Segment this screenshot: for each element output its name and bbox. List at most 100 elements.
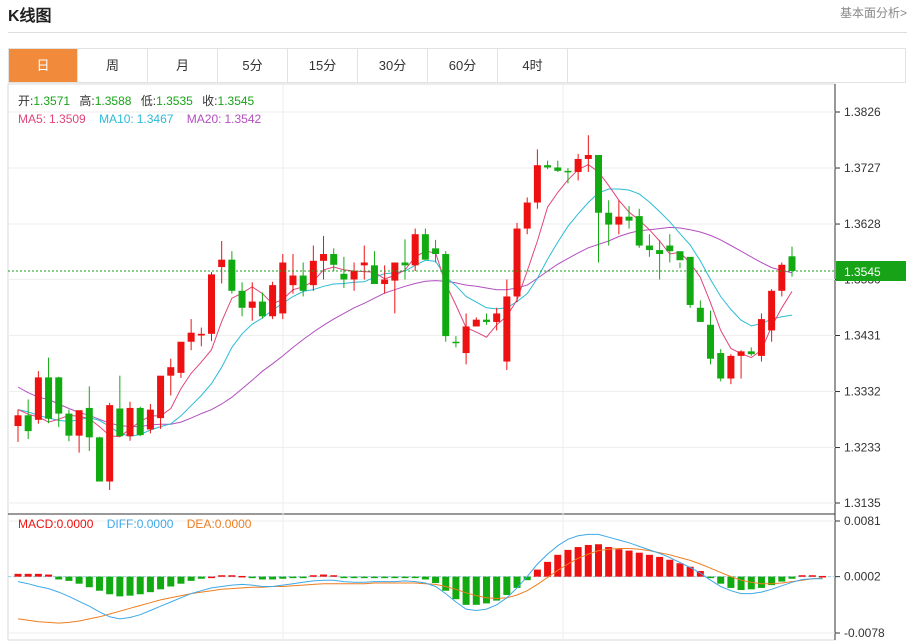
macd-readout: MACD:0.0000 DIFF:0.0000 DEA:0.0000 <box>18 517 252 531</box>
close-value: 1.3545 <box>218 94 255 108</box>
candle[interactable] <box>24 399 32 440</box>
candle[interactable] <box>482 313 490 325</box>
candle[interactable] <box>768 289 776 342</box>
candle[interactable] <box>737 350 745 379</box>
candle[interactable] <box>411 228 419 272</box>
candle-body <box>24 415 32 432</box>
candle[interactable] <box>157 375 165 429</box>
macd-bar <box>248 576 256 579</box>
macd-bar <box>544 561 552 577</box>
candle[interactable] <box>401 239 409 280</box>
macd-bar <box>65 576 73 581</box>
candle[interactable] <box>136 406 144 437</box>
candle[interactable] <box>696 300 704 322</box>
candle[interactable] <box>656 239 664 280</box>
candle[interactable] <box>269 281 277 320</box>
candle[interactable] <box>615 200 623 235</box>
candle[interactable] <box>370 251 378 285</box>
diff-label: DIFF: <box>107 517 137 531</box>
candle[interactable] <box>289 254 297 294</box>
candle[interactable] <box>747 347 755 356</box>
dea-label: DEA: <box>187 517 215 531</box>
candle-body <box>95 437 103 482</box>
candle[interactable] <box>523 197 531 235</box>
candle[interactable] <box>360 245 368 280</box>
candle[interactable] <box>126 401 134 441</box>
candle-body <box>554 167 562 171</box>
macd-value: 0.0000 <box>57 517 94 531</box>
candle[interactable] <box>391 262 399 314</box>
candle[interactable] <box>686 256 694 308</box>
candle[interactable] <box>635 208 643 248</box>
macd-bar <box>45 574 53 577</box>
kline-chart[interactable]: 1.38261.37271.36281.35301.34311.33321.32… <box>0 0 911 643</box>
macd-bar <box>106 576 114 595</box>
candle[interactable] <box>533 149 541 209</box>
candle[interactable] <box>503 279 511 371</box>
candle[interactable] <box>472 317 480 327</box>
candle[interactable] <box>116 375 124 437</box>
candle[interactable] <box>177 341 185 378</box>
candle-body <box>350 271 358 280</box>
candle[interactable] <box>554 160 562 172</box>
candle[interactable] <box>452 336 460 348</box>
macd-bar <box>279 576 287 579</box>
ma10-value: 1.3467 <box>137 112 174 126</box>
candle[interactable] <box>707 310 715 365</box>
candle[interactable] <box>421 228 429 260</box>
macd-bar <box>462 576 470 605</box>
macd-bar <box>432 576 440 583</box>
candle[interactable] <box>350 262 358 291</box>
candle[interactable] <box>228 251 236 294</box>
macd-bar <box>493 576 501 601</box>
candle[interactable] <box>676 251 684 269</box>
candle[interactable] <box>727 354 735 385</box>
candle-body <box>136 407 144 436</box>
candle[interactable] <box>757 313 765 362</box>
candle[interactable] <box>442 251 450 342</box>
candle[interactable] <box>279 254 287 320</box>
macd-bar <box>95 576 103 591</box>
macd-panel <box>8 533 835 624</box>
candle-body <box>595 155 602 213</box>
macd-bar <box>55 576 63 580</box>
candle-body <box>248 301 256 308</box>
candle[interactable] <box>493 307 501 331</box>
candle[interactable] <box>167 358 175 396</box>
candle[interactable] <box>218 241 226 284</box>
candle[interactable] <box>605 200 613 246</box>
candle[interactable] <box>564 168 572 184</box>
candle[interactable] <box>65 409 73 442</box>
candle[interactable] <box>381 265 389 294</box>
candle[interactable] <box>34 371 42 424</box>
candle[interactable] <box>14 409 22 442</box>
candle[interactable] <box>106 402 114 490</box>
macd-bar <box>269 576 277 580</box>
candle-body <box>167 367 175 376</box>
candle-body <box>533 165 541 203</box>
macd-bar <box>157 576 165 590</box>
candle[interactable] <box>595 155 602 263</box>
candle[interactable] <box>309 245 317 291</box>
candle[interactable] <box>208 272 215 342</box>
candle[interactable] <box>645 234 653 257</box>
candle[interactable] <box>513 222 521 303</box>
candle-body <box>656 250 664 255</box>
candle[interactable] <box>717 349 725 382</box>
candle[interactable] <box>75 410 83 453</box>
candle[interactable] <box>146 403 154 434</box>
candle[interactable] <box>85 386 93 451</box>
ma5-line <box>17 164 793 438</box>
candle[interactable] <box>778 262 786 297</box>
candle[interactable] <box>666 234 674 263</box>
price-tick-label: 1.3233 <box>844 441 881 455</box>
candle[interactable] <box>197 327 205 347</box>
candle[interactable] <box>238 282 246 317</box>
candle[interactable] <box>45 357 53 424</box>
candle[interactable] <box>95 436 103 482</box>
low-value: 1.3535 <box>156 94 193 108</box>
candle[interactable] <box>574 153 582 181</box>
candle-body <box>401 262 409 266</box>
candle[interactable] <box>187 319 195 351</box>
candle-body <box>65 413 73 436</box>
